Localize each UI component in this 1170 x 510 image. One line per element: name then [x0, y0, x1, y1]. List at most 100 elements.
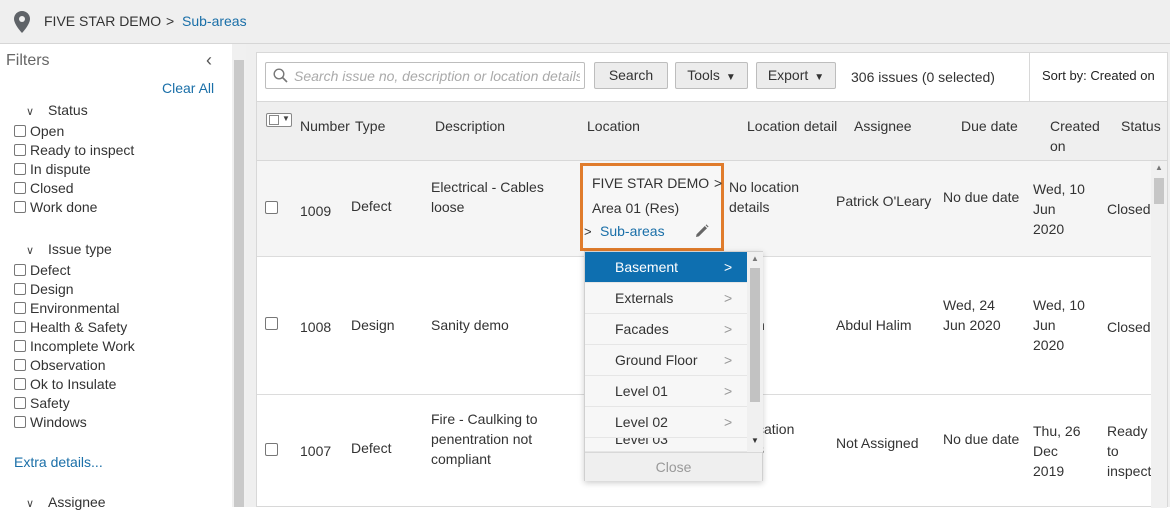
filters-scrollbar[interactable]	[232, 44, 246, 507]
checkbox[interactable]	[14, 340, 26, 352]
chevron-right-icon[interactable]: >	[724, 252, 732, 282]
row-checkbox[interactable]	[265, 201, 278, 214]
col-due-date[interactable]: Due date	[961, 116, 1018, 136]
checkbox[interactable]	[14, 321, 26, 333]
checkbox[interactable]	[14, 264, 26, 276]
checkbox[interactable]	[269, 115, 279, 125]
filter-type-incomplete-work[interactable]: Incomplete Work	[14, 337, 135, 356]
row-checkbox[interactable]	[265, 443, 278, 456]
scroll-down-icon[interactable]: ▼	[751, 436, 759, 445]
checkbox[interactable]	[14, 144, 26, 156]
checkbox[interactable]	[14, 163, 26, 175]
scrollbar-thumb[interactable]	[1154, 178, 1164, 204]
due-date[interactable]: No due date	[943, 429, 1019, 449]
due-date[interactable]: No due date	[943, 187, 1019, 207]
bulk-select-checkbox[interactable]: ▼	[266, 113, 292, 127]
dropdown-item[interactable]: Level 01 >	[585, 376, 747, 407]
scroll-up-icon[interactable]: ▲	[751, 254, 759, 263]
status-link[interactable]: Ready to inspect	[1107, 421, 1151, 481]
table-scrollbar[interactable]: ▲	[1151, 161, 1167, 508]
filter-option-label: Open	[30, 123, 65, 139]
filter-option-label: Design	[30, 281, 74, 297]
created-on: Wed, 10 Jun 2020	[1033, 181, 1085, 237]
assignee[interactable]: Not Assigned	[836, 433, 919, 453]
col-number[interactable]: Number	[300, 116, 350, 136]
filter-status-work-done[interactable]: Work done	[14, 198, 97, 217]
dropdown-item[interactable]: Facades >	[585, 314, 747, 345]
chevron-right-icon[interactable]: >	[724, 283, 732, 313]
filter-type-environmental[interactable]: Environmental	[14, 299, 120, 318]
checkbox[interactable]	[14, 397, 26, 409]
col-location[interactable]: Location	[587, 116, 640, 136]
checkbox[interactable]	[14, 302, 26, 314]
assignee: Patrick O'Leary	[836, 193, 932, 209]
filter-type-observation[interactable]: Observation	[14, 356, 105, 375]
pencil-icon[interactable]	[695, 224, 709, 241]
chevron-right-icon[interactable]: >	[724, 314, 732, 344]
filter-type-windows[interactable]: Windows	[14, 413, 87, 432]
table-header: ▼ Number Type Description Location Locat…	[257, 101, 1167, 161]
chevron-right-icon[interactable]: >	[724, 407, 732, 437]
assignee-filter-header[interactable]: ∨ Assignee	[26, 494, 106, 510]
breadcrumb-current[interactable]: Sub-areas	[182, 13, 247, 29]
export-button[interactable]: Export ▼	[756, 62, 836, 89]
col-created-on[interactable]: Created on	[1050, 116, 1100, 156]
location-cell-editor[interactable]: FIVE STAR DEMO > Area 01 (Res) > Sub-are…	[580, 163, 724, 251]
collapse-filters-icon[interactable]: ‹	[206, 50, 212, 71]
col-description[interactable]: Description	[435, 116, 505, 136]
checkbox[interactable]	[14, 283, 26, 295]
row-checkbox[interactable]	[265, 317, 278, 330]
breadcrumb-project[interactable]: FIVE STAR DEMO	[44, 13, 161, 29]
filter-type-ok-to-insulate[interactable]: Ok to Insulate	[14, 375, 116, 394]
scrollbar-thumb[interactable]	[234, 60, 244, 507]
extra-details-link[interactable]: Extra details...	[14, 454, 103, 470]
sort-dropdown[interactable]: Sort by: Created on	[1029, 53, 1167, 101]
checkbox[interactable]	[14, 182, 26, 194]
scroll-up-icon[interactable]: ▲	[1155, 163, 1163, 172]
location-level-2[interactable]: Area 01 (Res)	[592, 200, 679, 216]
chevron-right-icon[interactable]: >	[724, 345, 732, 375]
chevron-right-icon[interactable]: >	[724, 376, 732, 406]
col-location-detail[interactable]: Location detail	[747, 116, 837, 136]
filter-status-in-dispute[interactable]: In dispute	[14, 160, 91, 179]
dropdown-item[interactable]: Level 02 >	[585, 407, 747, 438]
dropdown-item[interactable]: Externals >	[585, 283, 747, 314]
dropdown-close-button[interactable]: Close	[585, 452, 762, 481]
filter-type-health-safety[interactable]: Health & Safety	[14, 318, 127, 337]
scrollbar-thumb[interactable]	[750, 268, 760, 402]
col-status[interactable]: Status	[1121, 116, 1161, 136]
location-level-3-link[interactable]: Sub-areas	[600, 223, 665, 239]
col-type[interactable]: Type	[355, 116, 385, 136]
dropdown-scrollbar[interactable]: ▲ ▼	[747, 252, 763, 452]
filter-type-safety[interactable]: Safety	[14, 394, 70, 413]
dropdown-item[interactable]: Level 03	[585, 438, 747, 452]
filter-type-design[interactable]: Design	[14, 280, 74, 299]
status-filter-header[interactable]: ∨ Status	[26, 102, 88, 118]
filter-status-closed[interactable]: Closed	[14, 179, 74, 198]
issue-type-filter-header[interactable]: ∨ Issue type	[26, 241, 112, 257]
checkbox[interactable]	[14, 201, 26, 213]
checkbox[interactable]	[14, 359, 26, 371]
dropdown-item[interactable]: Basement >	[585, 252, 747, 283]
filter-type-defect[interactable]: Defect	[14, 261, 70, 280]
filter-status-ready-to-inspect[interactable]: Ready to inspect	[14, 141, 134, 160]
status-link[interactable]: Closed	[1107, 317, 1151, 337]
location-level-1[interactable]: FIVE STAR DEMO	[592, 175, 709, 191]
caret-down-icon[interactable]: ▼	[282, 114, 290, 123]
chevron-down-icon: ∨	[26, 106, 35, 118]
clear-all-link[interactable]: Clear All	[162, 80, 214, 96]
search-box[interactable]	[265, 62, 585, 89]
search-input[interactable]	[292, 66, 582, 86]
col-created-line2: on	[1050, 138, 1066, 154]
status-link[interactable]: Closed	[1107, 199, 1151, 219]
checkbox[interactable]	[14, 378, 26, 390]
location-pin-icon	[14, 11, 30, 36]
col-assignee[interactable]: Assignee	[854, 116, 912, 136]
filter-status-open[interactable]: Open	[14, 122, 64, 141]
checkbox[interactable]	[14, 416, 26, 428]
location-detail[interactable]: No location details	[729, 177, 799, 217]
dropdown-item[interactable]: Ground Floor >	[585, 345, 747, 376]
tools-button[interactable]: Tools ▼	[675, 62, 748, 89]
search-button[interactable]: Search	[594, 62, 668, 89]
checkbox[interactable]	[14, 125, 26, 137]
